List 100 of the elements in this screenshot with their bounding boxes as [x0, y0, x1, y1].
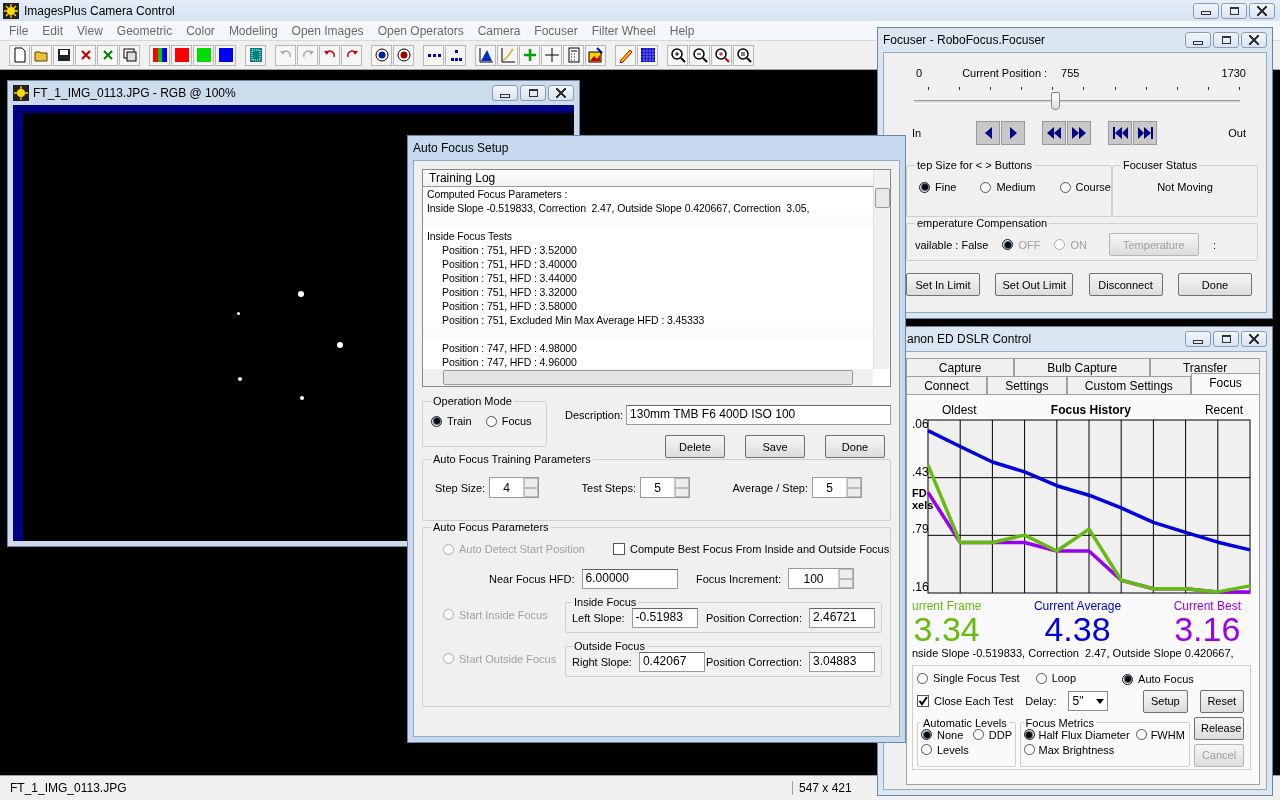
redo-icon[interactable] — [341, 44, 362, 66]
target-icon[interactable] — [371, 44, 392, 66]
radio-button[interactable]: DDP — [972, 728, 1013, 741]
plus-icon[interactable] — [519, 44, 540, 66]
radio-button[interactable]: None — [921, 728, 969, 741]
menu-item[interactable]: View — [70, 23, 110, 38]
left-arrow-button[interactable] — [976, 121, 1001, 145]
calculator-icon[interactable] — [563, 44, 584, 66]
zoom-icon[interactable] — [733, 44, 754, 66]
color-swatch-icon[interactable] — [171, 44, 192, 66]
cross-icon[interactable] — [75, 44, 96, 66]
action-button[interactable]: Release — [1194, 716, 1244, 740]
checkbox[interactable]: Compute Best Focus From Inside and Outside Focus — [612, 543, 890, 555]
action-button[interactable]: Set In Limit — [906, 273, 980, 296]
minimize-button[interactable] — [492, 85, 518, 101]
number-spinner[interactable]: 4 — [489, 477, 540, 498]
radio-button[interactable]: Auto Focus — [1122, 673, 1194, 685]
tab[interactable]: Custom Settings — [1066, 376, 1191, 394]
tab[interactable]: Transfer — [1150, 358, 1260, 376]
checkbox[interactable]: Close Each Test — [917, 695, 1014, 707]
tab[interactable]: Focus — [1191, 373, 1260, 394]
text-field[interactable]: 130mm TMB F6 400D ISO 100 — [626, 405, 891, 425]
color-bars-icon[interactable] — [149, 44, 170, 66]
text-field[interactable]: 0.42067 — [638, 652, 705, 672]
column-header[interactable]: Training Log — [423, 170, 873, 187]
windows-icon[interactable] — [119, 44, 140, 66]
undo-icon[interactable] — [319, 44, 340, 66]
action-button[interactable]: Done — [1178, 273, 1252, 296]
save-icon[interactable] — [53, 44, 74, 66]
close-button[interactable] — [1241, 331, 1267, 347]
horizontal-scrollbar[interactable] — [423, 369, 873, 386]
menu-item[interactable]: Geometric — [109, 23, 180, 38]
maximize-button[interactable] — [1213, 331, 1239, 347]
maximize-button[interactable] — [1213, 32, 1239, 48]
target-icon[interactable] — [393, 44, 414, 66]
menu-item[interactable]: Help — [662, 23, 702, 38]
number-spinner[interactable]: 5 — [812, 477, 862, 498]
new-page-icon[interactable] — [9, 44, 30, 66]
radio-button[interactable]: Half Flux Diameter — [1023, 728, 1130, 741]
text-field[interactable]: 3.04883 — [809, 652, 875, 672]
maximize-button[interactable] — [520, 85, 546, 101]
minimize-button[interactable] — [1193, 2, 1219, 19]
skip-left-button[interactable] — [1108, 121, 1133, 145]
minimize-button[interactable] — [1185, 32, 1211, 48]
close-button[interactable] — [548, 85, 574, 101]
tab[interactable]: Connect — [906, 376, 987, 394]
action-button[interactable]: Reset — [1199, 689, 1244, 713]
cross-icon[interactable] — [97, 44, 118, 66]
radio-button[interactable]: Fine — [919, 181, 957, 193]
text-field[interactable]: 6.00000 — [581, 568, 678, 589]
zoom-out-icon[interactable] — [689, 44, 710, 66]
zoom-in-icon[interactable] — [667, 44, 688, 66]
menu-item[interactable]: Edit — [35, 23, 71, 38]
histogram-icon[interactable] — [475, 44, 496, 66]
menu-item[interactable]: Camera — [470, 23, 528, 38]
crosshair-icon[interactable] — [541, 44, 562, 66]
action-button[interactable]: Set Out Limit — [995, 273, 1074, 296]
double-left-arrow-button[interactable] — [1042, 121, 1067, 145]
color-swatch-icon[interactable] — [193, 44, 214, 66]
radio-button[interactable]: Focus — [485, 415, 532, 427]
dotted-square-icon[interactable] — [245, 44, 266, 66]
close-button[interactable] — [1249, 2, 1275, 19]
action-button[interactable]: Setup — [1143, 689, 1188, 713]
zoom-icon[interactable] — [711, 44, 732, 66]
radio-button[interactable]: Course — [1059, 181, 1111, 193]
maximize-button[interactable] — [1221, 2, 1247, 19]
radio-button[interactable]: Medium — [980, 181, 1036, 193]
dialog-button[interactable]: Save — [745, 435, 805, 458]
menu-item[interactable]: Filter Wheel — [584, 23, 663, 38]
points-icon[interactable] — [445, 44, 466, 66]
radio-button[interactable]: Single Focus Test — [917, 672, 1020, 684]
text-field[interactable]: 2.46721 — [809, 608, 875, 628]
right-arrow-button[interactable] — [1001, 121, 1026, 145]
dialog-button[interactable]: Delete — [665, 435, 725, 458]
tab[interactable]: Bulb Capture — [1014, 358, 1151, 376]
action-button[interactable]: Disconnect — [1088, 273, 1163, 296]
grid-icon[interactable] — [637, 44, 658, 66]
menu-item[interactable]: File — [2, 23, 36, 38]
delay-dropdown[interactable]: 5" — [1068, 691, 1108, 711]
skip-right-button[interactable] — [1133, 121, 1158, 145]
curve-icon[interactable] — [497, 44, 518, 66]
menu-item[interactable]: Focuser — [527, 23, 585, 38]
number-spinner[interactable]: 5 — [639, 477, 690, 498]
vertical-scrollbar[interactable] — [873, 170, 890, 369]
tab[interactable]: Settings — [987, 376, 1067, 394]
menu-item[interactable]: Color — [179, 23, 222, 38]
close-button[interactable] — [1241, 32, 1267, 48]
slider-thumb[interactable] — [1051, 92, 1061, 110]
radio-button[interactable]: FWHM — [1135, 728, 1185, 741]
double-right-arrow-button[interactable] — [1067, 121, 1092, 145]
radio-button[interactable]: Max Brightness — [1023, 743, 1130, 756]
picture-icon[interactable] — [585, 44, 606, 66]
color-swatch-icon[interactable] — [215, 44, 236, 66]
tab[interactable]: Capture — [906, 358, 1015, 376]
radio-button[interactable]: Levels — [921, 743, 969, 756]
menu-item[interactable]: Open Operators — [370, 23, 471, 38]
menu-item[interactable]: Modeling — [221, 23, 285, 38]
dialog-button[interactable]: Done — [825, 435, 885, 458]
pencil-icon[interactable] — [615, 44, 636, 66]
number-spinner[interactable]: 100 — [788, 568, 854, 589]
